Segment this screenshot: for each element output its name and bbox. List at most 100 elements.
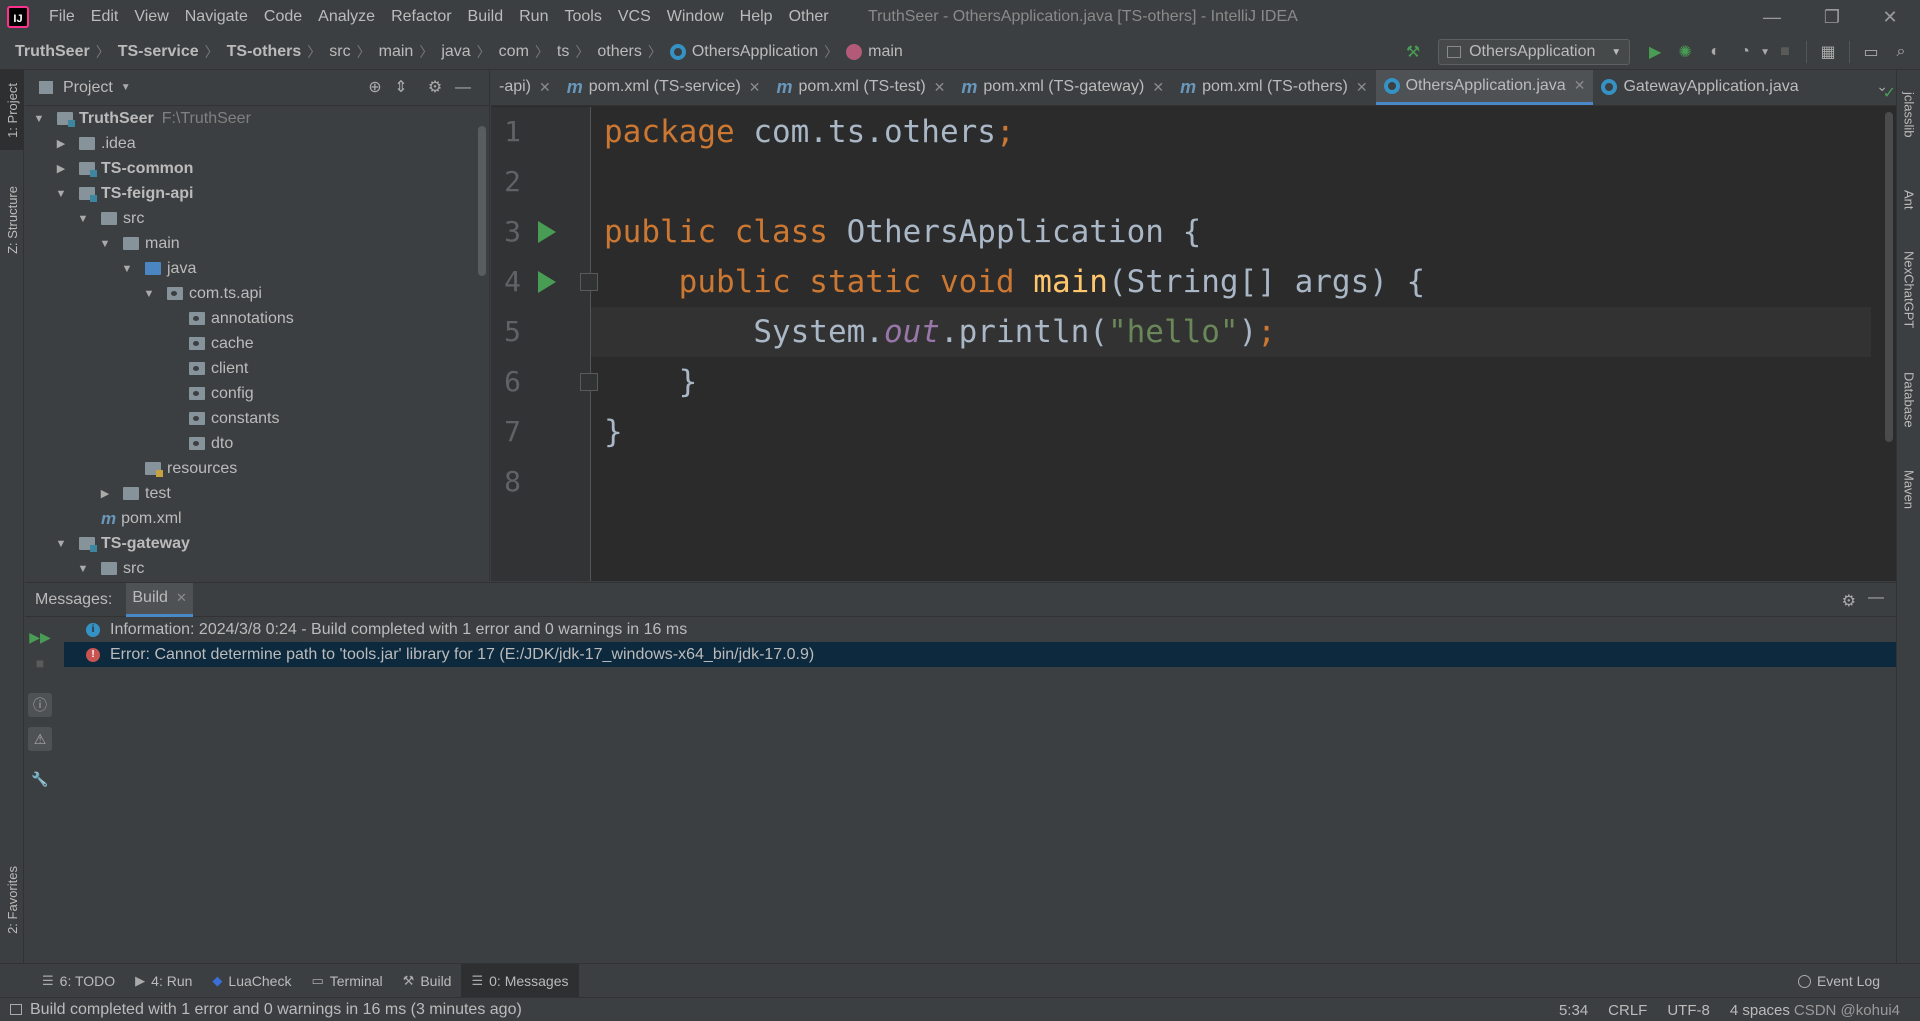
expand-arrow-icon[interactable]: ▼ <box>33 113 45 125</box>
profile-icon[interactable]: ◔ <box>1734 41 1756 63</box>
tree-item[interactable]: dto <box>165 431 233 456</box>
coverage-icon[interactable]: ◐ <box>1704 41 1726 63</box>
tab-maven[interactable]: Maven <box>1897 455 1920 525</box>
fold-icon[interactable] <box>580 273 598 291</box>
menu-run[interactable]: Run <box>511 8 556 26</box>
breadcrumb-others[interactable]: others <box>597 43 641 61</box>
run-main-gutter-icon[interactable] <box>538 271 556 293</box>
tab-build-messages[interactable]: Build ✕ <box>126 582 193 617</box>
caret-position[interactable]: 5:34 <box>1559 1002 1588 1019</box>
rerun-icon[interactable]: ▶▶ <box>28 625 52 649</box>
status-text[interactable]: Build completed with 1 error and 0 warni… <box>30 1001 522 1019</box>
code-area[interactable]: 1 2 3 4 5 6 7 8 package com.ts.others; p… <box>491 85 1896 581</box>
tab-structure[interactable]: Z: Structure <box>0 170 24 270</box>
editor-tab[interactable]: m pom.xml (TS-gateway) ✕ <box>953 70 1172 105</box>
menu-window[interactable]: Window <box>659 8 732 26</box>
intellij-logo-icon[interactable]: IJ <box>7 6 29 28</box>
expand-arrow-icon[interactable]: ▼ <box>77 563 89 575</box>
breadcrumb-truthseer[interactable]: TruthSeer <box>15 43 90 61</box>
collapse-arrow-icon[interactable]: ▶ <box>99 488 111 500</box>
gear-icon[interactable]: ⚙ <box>425 78 445 98</box>
tree-item[interactable]: client <box>165 356 248 381</box>
collapse-arrow-icon[interactable]: ▶ <box>55 138 67 150</box>
tab-terminal[interactable]: ▭ Terminal <box>301 964 392 998</box>
menu-file[interactable]: File <box>41 8 83 26</box>
tab-build[interactable]: ⚒ Build <box>393 964 462 998</box>
chevron-down-icon[interactable]: ▼ <box>1760 47 1770 58</box>
tree-item[interactable]: ▼ java <box>121 256 197 281</box>
menu-edit[interactable]: Edit <box>83 8 127 26</box>
build-hammer-icon[interactable]: ⚒ <box>1402 41 1424 63</box>
breadcrumb-src[interactable]: src <box>329 43 350 61</box>
tree-item[interactable]: annotations <box>165 306 294 331</box>
editor-tab[interactable]: m pom.xml (TS-others) ✕ <box>1172 70 1376 105</box>
breadcrumb-java[interactable]: java <box>441 43 470 61</box>
tree-item[interactable]: ▼ TS-feign-api <box>55 181 193 206</box>
tree-item[interactable]: resources <box>121 456 237 481</box>
minimize-icon[interactable]: — <box>1760 5 1784 29</box>
tree-item[interactable]: ▶ .idea <box>55 131 136 156</box>
editor-tab[interactable]: m pom.xml (TS-service) ✕ <box>559 70 769 105</box>
run-icon[interactable]: ▶ <box>1644 41 1666 63</box>
breadcrumb-main-method[interactable]: main <box>868 43 903 61</box>
tab-run[interactable]: ▶ 4: Run <box>125 964 202 998</box>
close-icon[interactable]: ✕ <box>1878 5 1902 29</box>
stop-icon[interactable]: ■ <box>1774 41 1796 63</box>
hide-icon[interactable]: — <box>453 78 473 98</box>
indent-setting[interactable]: 4 spaces <box>1730 1002 1790 1019</box>
menu-tools[interactable]: Tools <box>556 8 609 26</box>
tree-item[interactable]: ▼ TS-gateway <box>55 531 190 556</box>
tab-luacheck[interactable]: ◆ LuaCheck <box>202 964 301 998</box>
close-icon[interactable]: ✕ <box>934 79 946 96</box>
event-log-button[interactable]: Event Log <box>1797 964 1880 998</box>
menu-analyze[interactable]: Analyze <box>310 8 383 26</box>
restore-icon[interactable]: ❐ <box>1820 5 1844 29</box>
close-icon[interactable]: ✕ <box>1574 77 1586 94</box>
editor-scrollbar[interactable] <box>1882 107 1896 581</box>
tab-messages[interactable]: ☰ 0: Messages <box>461 963 579 998</box>
hide-icon[interactable]: — <box>1868 589 1884 607</box>
tab-project[interactable]: 1: Project <box>0 70 24 150</box>
tree-item[interactable]: ▼ src <box>77 206 145 231</box>
tree-item[interactable]: constants <box>165 406 279 431</box>
menu-code[interactable]: Code <box>256 8 310 26</box>
fold-icon[interactable] <box>580 373 598 391</box>
stop-icon[interactable]: ■ <box>28 651 52 675</box>
expand-arrow-icon[interactable]: ▼ <box>121 263 133 275</box>
expand-arrow-icon[interactable]: ▼ <box>77 213 89 225</box>
expand-arrow-icon[interactable]: ▼ <box>99 238 111 250</box>
tree-scrollbar[interactable] <box>478 126 486 276</box>
close-icon[interactable]: ✕ <box>1356 79 1368 96</box>
menu-build[interactable]: Build <box>460 8 512 26</box>
close-icon[interactable]: ✕ <box>1152 79 1164 96</box>
tree-item[interactable]: m pom.xml <box>77 506 182 531</box>
tool-windows-icon[interactable] <box>10 1004 22 1015</box>
tab-favorites[interactable]: 2: Favorites <box>0 850 24 950</box>
project-structure-icon[interactable]: ▦ <box>1817 41 1839 63</box>
collapse-arrow-icon[interactable]: ▶ <box>55 163 67 175</box>
breadcrumb-main[interactable]: main <box>379 43 414 61</box>
scrollbar-thumb[interactable] <box>1885 112 1893 442</box>
menu-vcs[interactable]: VCS <box>610 8 659 26</box>
expand-arrow-icon[interactable]: ▼ <box>143 288 155 300</box>
tab-todo[interactable]: ☰ 6: TODO <box>32 964 125 998</box>
run-class-gutter-icon[interactable] <box>538 221 556 243</box>
menu-view[interactable]: View <box>126 8 176 26</box>
menu-refactor[interactable]: Refactor <box>383 8 459 26</box>
gear-icon[interactable]: ⚙ <box>1842 591 1856 611</box>
tree-item[interactable]: ▼ TruthSeer F:\TruthSeer <box>33 106 251 131</box>
file-encoding[interactable]: UTF-8 <box>1667 1002 1710 1019</box>
inspection-ok-icon[interactable]: ✓ <box>1883 83 1896 103</box>
message-row-info[interactable]: i Information: 2024/3/8 0:24 - Build com… <box>64 617 1896 642</box>
menu-navigate[interactable]: Navigate <box>177 8 256 26</box>
editor-tab[interactable]: m pom.xml (TS-test) ✕ <box>769 70 954 105</box>
tab-ant[interactable]: Ant <box>1897 170 1920 230</box>
close-icon[interactable]: ✕ <box>749 79 761 96</box>
debug-icon[interactable]: ✺ <box>1674 41 1696 63</box>
close-icon[interactable]: ✕ <box>176 590 187 606</box>
wrench-icon[interactable]: 🔧 <box>28 767 52 791</box>
tab-jclasslib[interactable]: jclasslib <box>1897 75 1920 155</box>
tree-item[interactable]: ▼ main <box>99 231 180 256</box>
tree-item[interactable]: config <box>165 381 254 406</box>
show-warnings-icon[interactable]: ⚠ <box>28 727 52 751</box>
